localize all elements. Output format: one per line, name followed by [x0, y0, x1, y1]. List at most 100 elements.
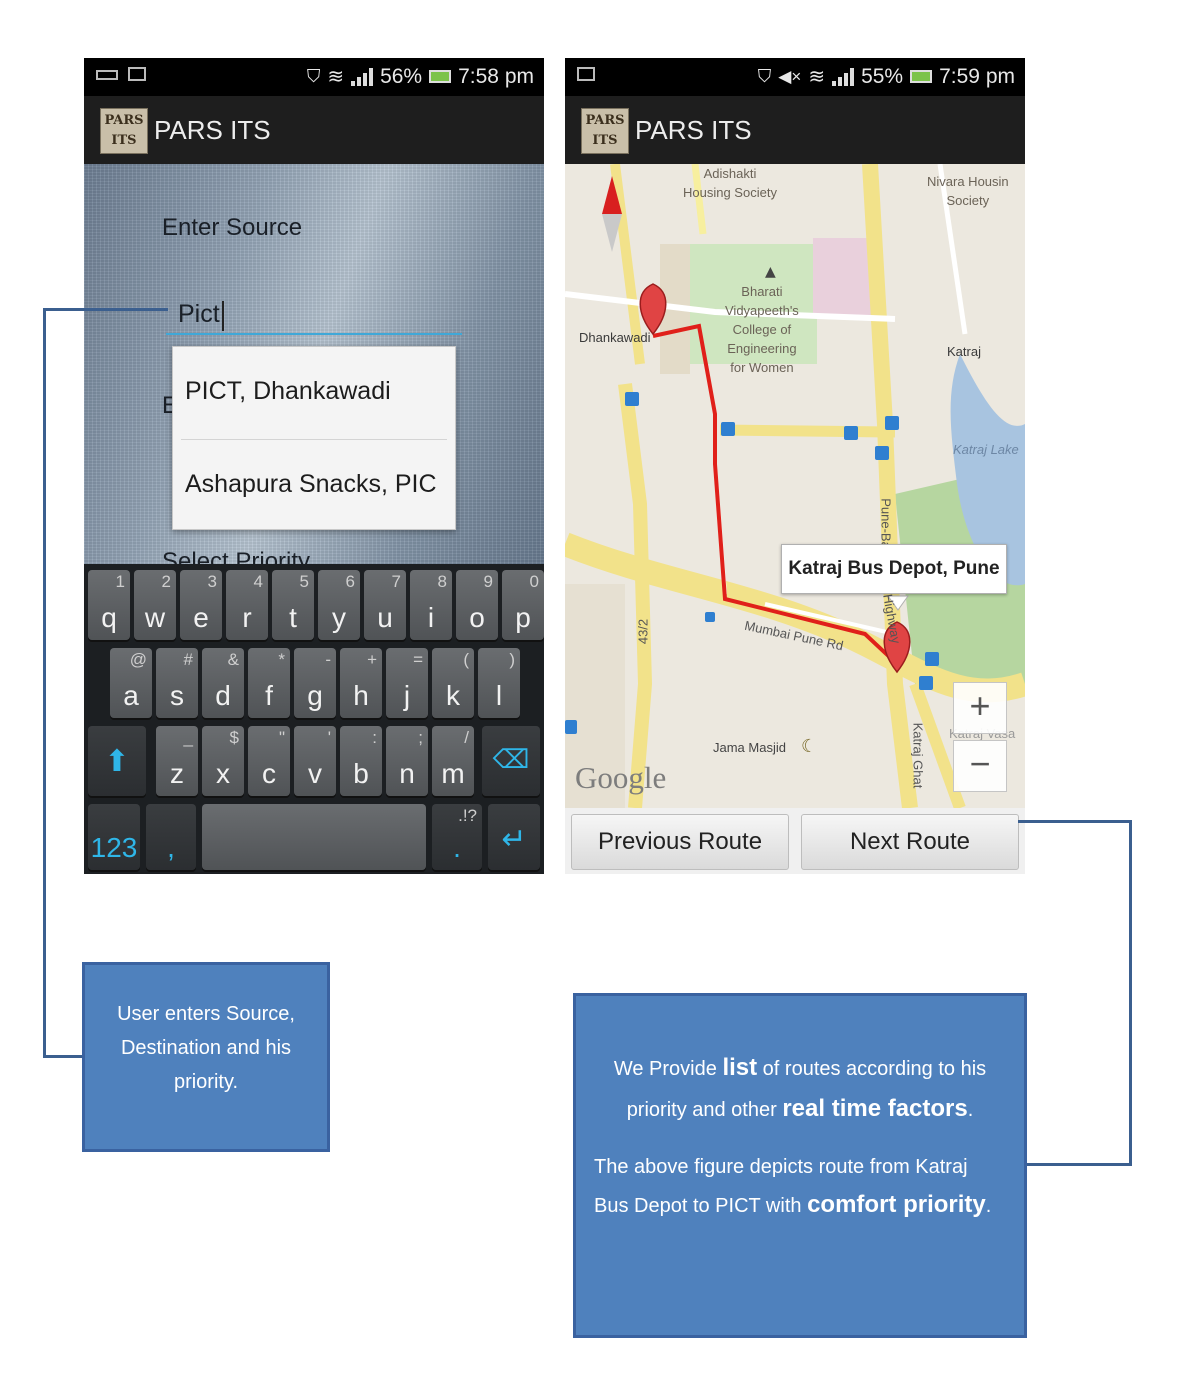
key-y-alt-label: 6 — [345, 572, 355, 591]
key-e-alt-label: 3 — [207, 572, 217, 591]
route-button-bar: Previous Route Next Route — [565, 808, 1025, 874]
key-f[interactable]: f * — [248, 648, 290, 718]
key-i-label: i — [427, 602, 435, 633]
image-notification-icon — [128, 67, 146, 81]
key-k[interactable]: k( — [432, 648, 474, 718]
action-bar: PARS ITS PARS ITS — [84, 96, 544, 164]
key-p-label: p — [515, 602, 531, 633]
right-annotation-p1: We Provide list of routes according to h… — [613, 1054, 987, 1122]
key-m[interactable]: m / — [432, 726, 474, 796]
enter-key[interactable]: ↵ — [488, 804, 540, 870]
signal-icon — [351, 67, 374, 86]
key-r-alt-label: 4 — [253, 572, 263, 591]
key-n-label: n — [399, 758, 415, 789]
key-g[interactable]: g- — [294, 648, 336, 718]
keyboard-notification-icon — [96, 70, 118, 80]
key-c[interactable]: c " — [248, 726, 290, 796]
zoom-out-button[interactable]: − — [953, 740, 1007, 792]
key-x[interactable]: x $ — [202, 726, 244, 796]
right-connector-bottom — [1026, 1163, 1132, 1166]
right-phone-screen: ⛉ ◀× ≋ 55% 7:59 pm PARS ITS PARS ITS Adi… — [565, 58, 1025, 874]
key-c-alt-label: " — [278, 728, 285, 747]
key-h[interactable]: h + — [340, 648, 382, 718]
shield-icon: ⛉ — [757, 66, 772, 86]
key-r[interactable]: r4 — [226, 570, 268, 640]
key-l[interactable]: l) — [478, 648, 520, 718]
route-map[interactable]: Adishakti Housing Society Nivara Housin … — [565, 164, 1025, 808]
app-title: PARS ITS — [635, 115, 752, 145]
right-connector-top — [1018, 820, 1132, 823]
key-y-label: y — [332, 602, 346, 633]
key-a-alt-label: @ — [129, 650, 147, 669]
map-label-jama-masjid: Jama Masjid — [713, 740, 786, 755]
key-a[interactable]: a @ — [110, 648, 152, 718]
map-label-katraj-lake: Katraj Lake — [953, 442, 1019, 457]
key-j[interactable]: j = — [386, 648, 428, 718]
shield-icon: ⛉ — [306, 66, 321, 86]
soft-keyboard: q 1 w 2 e 3 r 4 t 5 y 6 u 7 i 8 o 9 p 0 a @ s # d & f * g - h + j = k(l) ⬆ z… — [84, 564, 544, 874]
battery-icon — [429, 70, 452, 83]
map-label-katraj-ghat: Katraj Ghat — [910, 722, 926, 789]
key-t[interactable]: t5 — [272, 570, 314, 640]
key-z[interactable]: z _ — [156, 726, 198, 796]
key-m-alt-label: / — [464, 728, 469, 747]
suggestion-ashapura[interactable]: Ashapura Snacks, PIC — [185, 470, 449, 499]
battery-percent: 56% — [380, 64, 423, 88]
left-connector-bottom — [43, 1055, 83, 1058]
mosque-icon: ☾ — [801, 736, 818, 757]
numbers-key-label: 123 — [90, 832, 138, 863]
key-i-alt-label: 8 — [437, 572, 447, 591]
period-key-label: . — [453, 832, 461, 863]
key-b[interactable]: b: — [340, 726, 382, 796]
next-route-button[interactable]: Next Route — [801, 814, 1019, 870]
previous-route-button[interactable]: Previous Route — [571, 814, 789, 870]
key-z-alt-label: _ — [183, 728, 193, 747]
key-d-label: d — [215, 680, 231, 711]
key-h-alt-label: + — [367, 650, 377, 669]
key-y[interactable]: y6 — [318, 570, 360, 640]
key-v[interactable]: v ' — [294, 726, 336, 796]
key-u[interactable]: u7 — [364, 570, 406, 640]
key-u-alt-label: 7 — [391, 572, 401, 591]
map-label-dhankawadi: Dhankawadi — [579, 330, 651, 345]
key-s-label: s — [170, 680, 184, 711]
key-f-label: f — [265, 680, 273, 711]
key-i[interactable]: i8 — [410, 570, 452, 640]
key-e[interactable]: e3 — [180, 570, 222, 640]
zoom-in-button[interactable]: + — [953, 682, 1007, 734]
google-logo: Google — [575, 760, 667, 795]
key-b-alt-label: : — [372, 728, 377, 747]
comma-key[interactable]: , — [146, 804, 196, 870]
key-n[interactable]: n; — [386, 726, 428, 796]
key-w-label: w — [144, 602, 166, 633]
period-key[interactable]: ..!? — [432, 804, 482, 870]
key-c-label: c — [262, 758, 276, 789]
key-w[interactable]: w2 — [134, 570, 176, 640]
key-q[interactable]: q1 — [88, 570, 130, 640]
key-p[interactable]: p0 — [502, 570, 544, 640]
comma-key-label: , — [167, 832, 175, 863]
key-d[interactable]: d & — [202, 648, 244, 718]
shift-key[interactable]: ⬆ — [88, 726, 146, 796]
key-o-alt-label: 9 — [483, 572, 493, 591]
backspace-key[interactable]: ⌫ — [482, 726, 540, 796]
wifi-icon: ≋ — [808, 66, 826, 88]
suggestion-pict[interactable]: PICT, Dhankawadi — [185, 377, 391, 406]
left-annotation-box: User enters Source, Destination and his … — [82, 962, 330, 1152]
key-v-label: v — [308, 758, 322, 789]
status-bar: ⛉ ◀× ≋ 55% 7:59 pm — [565, 58, 1025, 96]
key-x-label: x — [216, 758, 230, 789]
numbers-key[interactable]: 123 — [88, 804, 140, 870]
key-k-alt-label: ( — [463, 650, 469, 669]
key-o-label: o — [469, 602, 485, 633]
left-connector-vertical — [43, 308, 46, 1058]
priority-label: Select Priority — [162, 548, 311, 564]
key-o[interactable]: o9 — [456, 570, 498, 640]
space-key[interactable] — [202, 804, 426, 870]
battery-icon — [910, 70, 933, 83]
college-icon: ▲ — [765, 264, 776, 280]
signal-icon — [832, 67, 855, 86]
source-input[interactable]: Pict — [178, 300, 220, 329]
key-s[interactable]: s # — [156, 648, 198, 718]
app-title: PARS ITS — [154, 115, 271, 145]
